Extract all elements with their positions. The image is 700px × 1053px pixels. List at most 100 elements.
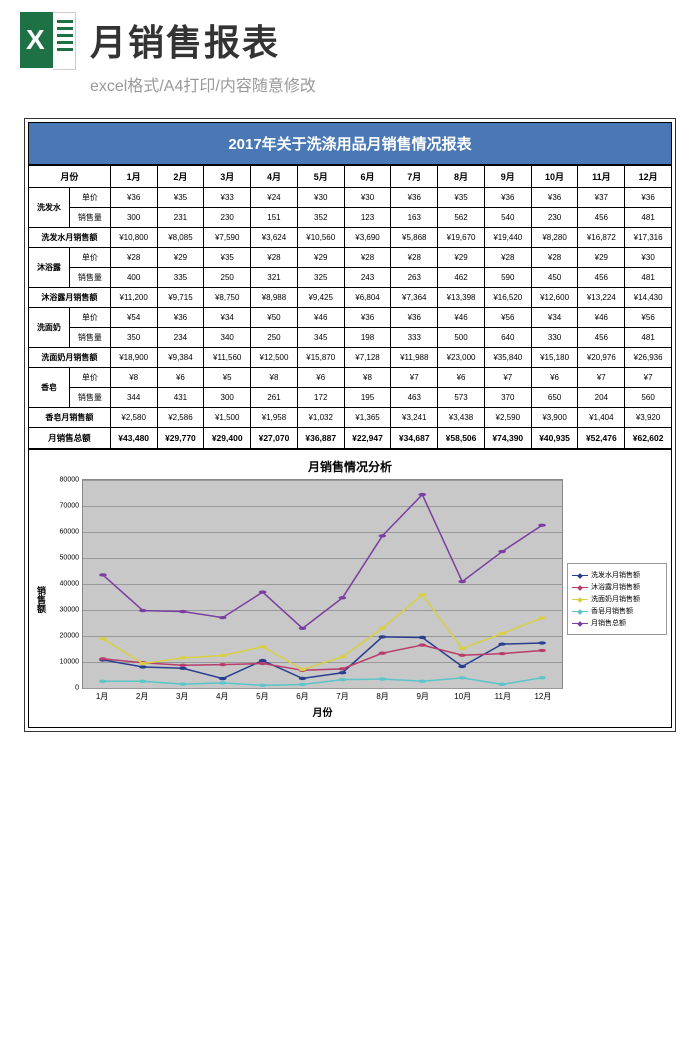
total-label: 月销售总额 [29, 428, 111, 449]
cell: 500 [438, 328, 485, 348]
cell: ¥30 [344, 188, 391, 208]
x-tick: 4月 [202, 691, 242, 702]
cell: ¥36 [344, 308, 391, 328]
cell: 172 [297, 388, 344, 408]
cell: 234 [157, 328, 204, 348]
month-col: 3月 [204, 166, 251, 188]
cell: 300 [204, 388, 251, 408]
legend-label: 洗面奶月销售额 [591, 594, 640, 604]
cell: 151 [251, 208, 298, 228]
cell: 321 [251, 268, 298, 288]
cell: 350 [110, 328, 157, 348]
revenue-label: 沐浴露月销售额 [29, 288, 111, 308]
cell: 450 [531, 268, 578, 288]
y-tick: 80000 [60, 477, 79, 484]
cell: 400 [110, 268, 157, 288]
cell: ¥35,840 [484, 348, 531, 368]
legend-item: 月销售总额 [572, 618, 662, 628]
cell: ¥7,590 [204, 228, 251, 248]
x-tick: 7月 [322, 691, 362, 702]
cell: ¥36 [157, 308, 204, 328]
cell: 370 [484, 388, 531, 408]
cell: ¥9,715 [157, 288, 204, 308]
cell: ¥34 [531, 308, 578, 328]
total-cell: ¥36,887 [297, 428, 344, 449]
cell: ¥5 [204, 368, 251, 388]
total-cell: ¥22,947 [344, 428, 391, 449]
y-tick: 0 [75, 685, 79, 692]
cell: 230 [531, 208, 578, 228]
cell: ¥7,128 [344, 348, 391, 368]
cell: ¥8 [344, 368, 391, 388]
legend-item: 洗发水月销售额 [572, 570, 662, 580]
y-tick: 20000 [60, 633, 79, 640]
cell: 340 [204, 328, 251, 348]
cell: ¥16,520 [484, 288, 531, 308]
excel-icon: X [20, 12, 76, 68]
cell: 250 [251, 328, 298, 348]
cell: ¥9,384 [157, 348, 204, 368]
cell: ¥28 [484, 248, 531, 268]
cell: ¥1,958 [251, 408, 298, 428]
cell: ¥6 [438, 368, 485, 388]
cell: ¥26,936 [625, 348, 672, 368]
cell: ¥37 [578, 188, 625, 208]
product-name: 洗发水 [29, 188, 70, 228]
month-col: 10月 [531, 166, 578, 188]
month-col: 4月 [251, 166, 298, 188]
total-cell: ¥52,476 [578, 428, 625, 449]
cell: ¥8,280 [531, 228, 578, 248]
cell: 463 [391, 388, 438, 408]
month-col: 7月 [391, 166, 438, 188]
cell: ¥7,364 [391, 288, 438, 308]
month-header: 月份 [29, 166, 111, 188]
legend-item: 洗面奶月销售额 [572, 594, 662, 604]
page-title: 月销售报表 [90, 14, 280, 66]
x-tick: 5月 [242, 691, 282, 702]
cell: ¥15,180 [531, 348, 578, 368]
cell: ¥54 [110, 308, 157, 328]
cell: ¥7 [578, 368, 625, 388]
revenue-label: 香皂月销售额 [29, 408, 111, 428]
legend-label: 洗发水月销售额 [591, 570, 640, 580]
cell: ¥36 [484, 188, 531, 208]
cell: ¥13,224 [578, 288, 625, 308]
product-name: 洗面奶 [29, 308, 70, 348]
cell: ¥30 [297, 188, 344, 208]
cell: ¥17,316 [625, 228, 672, 248]
cell: ¥35 [204, 248, 251, 268]
cell: 352 [297, 208, 344, 228]
cell: ¥12,600 [531, 288, 578, 308]
cell: ¥3,900 [531, 408, 578, 428]
cell: 163 [391, 208, 438, 228]
cell: 204 [578, 388, 625, 408]
cell: ¥29 [438, 248, 485, 268]
cell: ¥3,438 [438, 408, 485, 428]
legend-item: 香皂月销售额 [572, 606, 662, 616]
cell: ¥36 [391, 308, 438, 328]
cell: ¥46 [297, 308, 344, 328]
month-col: 12月 [625, 166, 672, 188]
x-tick: 1月 [82, 691, 122, 702]
legend-label: 月销售总额 [591, 618, 626, 628]
cell: ¥20,976 [578, 348, 625, 368]
product-name: 沐浴露 [29, 248, 70, 288]
cell: ¥23,000 [438, 348, 485, 368]
cell: ¥36 [531, 188, 578, 208]
cell: ¥28 [110, 248, 157, 268]
revenue-label: 洗发水月销售额 [29, 228, 111, 248]
month-col: 9月 [484, 166, 531, 188]
x-tick: 10月 [443, 691, 483, 702]
cell: ¥28 [391, 248, 438, 268]
cell: 650 [531, 388, 578, 408]
x-tick: 6月 [282, 691, 322, 702]
cell: ¥28 [251, 248, 298, 268]
cell: ¥1,365 [344, 408, 391, 428]
cell: ¥36 [110, 188, 157, 208]
cell: ¥28 [344, 248, 391, 268]
cell: 261 [251, 388, 298, 408]
cell: 540 [484, 208, 531, 228]
cell: ¥8,085 [157, 228, 204, 248]
x-tick: 2月 [122, 691, 162, 702]
cell: ¥33 [204, 188, 251, 208]
